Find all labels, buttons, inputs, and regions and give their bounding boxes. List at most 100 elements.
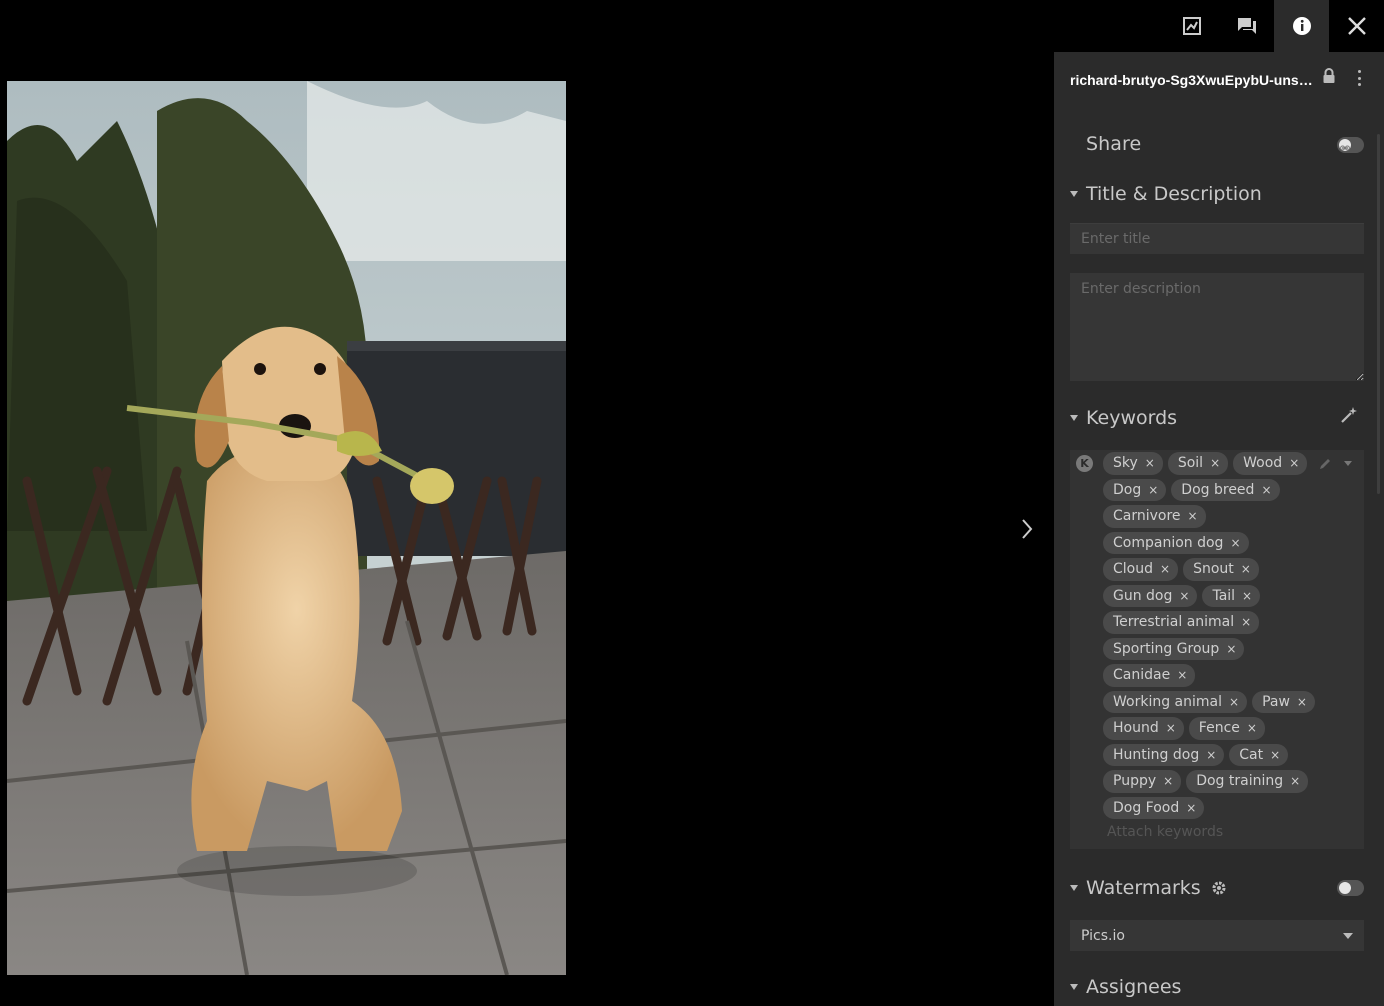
gear-icon	[1212, 881, 1226, 895]
assignees-section-toggle[interactable]: Assignees	[1070, 975, 1181, 999]
toggle-knob	[1339, 139, 1351, 151]
keyword-tag-label: Puppy	[1113, 773, 1157, 790]
description-input[interactable]	[1070, 273, 1364, 381]
remove-keyword-icon[interactable]: ×	[1229, 695, 1239, 709]
remove-keyword-icon[interactable]: ×	[1242, 589, 1252, 603]
share-toggle[interactable]	[1337, 137, 1364, 153]
magic-wand-icon	[1341, 407, 1357, 423]
keyword-tag-label: Sky	[1113, 455, 1138, 472]
remove-keyword-icon[interactable]: ×	[1206, 748, 1216, 762]
section-title: Assignees	[1086, 976, 1182, 998]
keyword-tag[interactable]: Carnivore ×	[1103, 505, 1206, 528]
remove-keyword-icon[interactable]: ×	[1188, 509, 1198, 523]
keyword-tag[interactable]: Working animal ×	[1103, 690, 1248, 713]
watermarks-section-toggle[interactable]: Watermarks	[1070, 876, 1227, 900]
keyword-tag[interactable]: Companion dog ×	[1103, 531, 1249, 554]
remove-keyword-icon[interactable]: ×	[1210, 456, 1220, 470]
image-viewer	[0, 0, 1054, 1006]
keyword-tag-label: Gun dog	[1113, 587, 1173, 604]
watermark-select[interactable]: Pics.io	[1070, 920, 1364, 951]
keyword-tags: Sky × Soil × Wood × Dog × Dog breed × Carnivore × Co…	[1103, 452, 1318, 819]
keyword-tag-label: Carnivore	[1113, 508, 1181, 525]
remove-keyword-icon[interactable]: ×	[1247, 721, 1257, 735]
remove-keyword-icon[interactable]: ×	[1270, 748, 1280, 762]
remove-keyword-icon[interactable]: ×	[1148, 483, 1158, 497]
remove-keyword-icon[interactable]: ×	[1230, 536, 1240, 550]
toggle-knob	[1339, 882, 1351, 894]
keyword-tag-label: Canidae	[1113, 667, 1171, 684]
title-description-section-toggle[interactable]: Title & Description	[1070, 182, 1262, 206]
info-panel: richard-brutyo-Sg3XwuEpybU-unsplash.jpg …	[1054, 52, 1384, 1006]
keyword-tag[interactable]: Puppy ×	[1103, 770, 1182, 793]
lock-button[interactable]	[1322, 68, 1336, 88]
remove-keyword-icon[interactable]: ×	[1177, 668, 1187, 682]
keyword-tag-label: Working animal	[1113, 693, 1222, 710]
keyword-tag[interactable]: Dog training ×	[1186, 770, 1309, 793]
keyword-tag[interactable]: Dog Food ×	[1103, 796, 1205, 819]
remove-keyword-icon[interactable]: ×	[1241, 615, 1251, 629]
keyword-tag[interactable]: Hound ×	[1103, 717, 1184, 740]
remove-keyword-icon[interactable]: ×	[1241, 562, 1251, 576]
keyword-tag[interactable]: Paw ×	[1252, 690, 1315, 713]
section-title: Keywords	[1086, 407, 1178, 429]
pencil-icon	[1320, 459, 1330, 469]
info-icon	[1292, 17, 1311, 35]
chevron-right-icon	[1022, 519, 1033, 539]
attach-keywords-input[interactable]	[1107, 824, 1327, 840]
keyword-tag-label: Dog	[1113, 481, 1142, 498]
keyword-tag[interactable]: Soil ×	[1167, 452, 1229, 475]
remove-keyword-icon[interactable]: ×	[1226, 642, 1236, 656]
keyword-tag[interactable]: Dog ×	[1103, 478, 1167, 501]
next-image-button[interactable]	[1012, 512, 1042, 546]
remove-keyword-icon[interactable]: ×	[1160, 562, 1170, 576]
top-toolbar	[1164, 0, 1384, 52]
keyword-tag[interactable]: Tail ×	[1202, 584, 1261, 607]
remove-keyword-icon[interactable]: ×	[1166, 721, 1176, 735]
collapse-arrow-icon	[1070, 415, 1078, 421]
title-input[interactable]	[1070, 223, 1364, 254]
keyword-tag[interactable]: Fence ×	[1188, 717, 1265, 740]
keyword-tag[interactable]: Terrestrial animal ×	[1103, 611, 1260, 634]
remove-keyword-icon[interactable]: ×	[1261, 483, 1271, 497]
remove-keyword-icon[interactable]: ×	[1289, 456, 1299, 470]
keyword-tag-label: Hunting dog	[1113, 746, 1200, 763]
more-options-button[interactable]	[1353, 68, 1365, 88]
close-icon	[1347, 17, 1366, 35]
close-button[interactable]	[1329, 0, 1384, 52]
section-title: Title & Description	[1086, 183, 1262, 205]
section-title: Watermarks	[1086, 877, 1201, 899]
remove-keyword-icon[interactable]: ×	[1186, 801, 1196, 815]
remove-keyword-icon[interactable]: ×	[1297, 695, 1307, 709]
keyword-tag-label: Sporting Group	[1113, 640, 1220, 657]
remove-keyword-icon[interactable]: ×	[1145, 456, 1155, 470]
keyword-tag[interactable]: Gun dog ×	[1103, 584, 1198, 607]
keywords-section-toggle[interactable]: Keywords	[1070, 406, 1177, 430]
keyword-tag[interactable]: Cat ×	[1229, 743, 1289, 766]
keyword-tag[interactable]: Cloud ×	[1103, 558, 1179, 581]
watermark-settings-button[interactable]	[1211, 880, 1227, 896]
remove-keyword-icon[interactable]: ×	[1290, 774, 1300, 788]
keyword-tag-label: Paw	[1262, 693, 1290, 710]
keyword-tag-label: Cat	[1239, 746, 1264, 763]
keyword-tag[interactable]: Canidae ×	[1103, 664, 1196, 687]
watermarks-toggle[interactable]	[1337, 880, 1364, 896]
remove-keyword-icon[interactable]: ×	[1163, 774, 1173, 788]
keyword-tag[interactable]: Hunting dog ×	[1103, 743, 1225, 766]
remove-keyword-icon[interactable]: ×	[1179, 589, 1189, 603]
collapse-arrow-icon	[1070, 191, 1078, 197]
keyword-tag[interactable]: Dog breed ×	[1171, 478, 1280, 501]
panel-scrollbar[interactable]	[1377, 134, 1380, 494]
comments-button[interactable]	[1219, 0, 1274, 52]
auto-keywords-button[interactable]	[1340, 406, 1358, 428]
keyword-tag[interactable]: Wood ×	[1233, 452, 1308, 475]
keyword-tag[interactable]: Sporting Group ×	[1103, 637, 1245, 660]
activity-button[interactable]	[1164, 0, 1219, 52]
keyword-tag-label: Dog Food	[1113, 799, 1180, 816]
edit-keywords-button[interactable]	[1318, 456, 1332, 475]
keyword-tag-label: Companion dog	[1113, 534, 1224, 551]
keyword-tag[interactable]: Snout ×	[1183, 558, 1259, 581]
keywords-dropdown-icon[interactable]	[1344, 461, 1352, 466]
activity-chart-icon	[1182, 17, 1201, 35]
info-button[interactable]	[1274, 0, 1329, 52]
keyword-tag[interactable]: Sky ×	[1103, 452, 1163, 475]
